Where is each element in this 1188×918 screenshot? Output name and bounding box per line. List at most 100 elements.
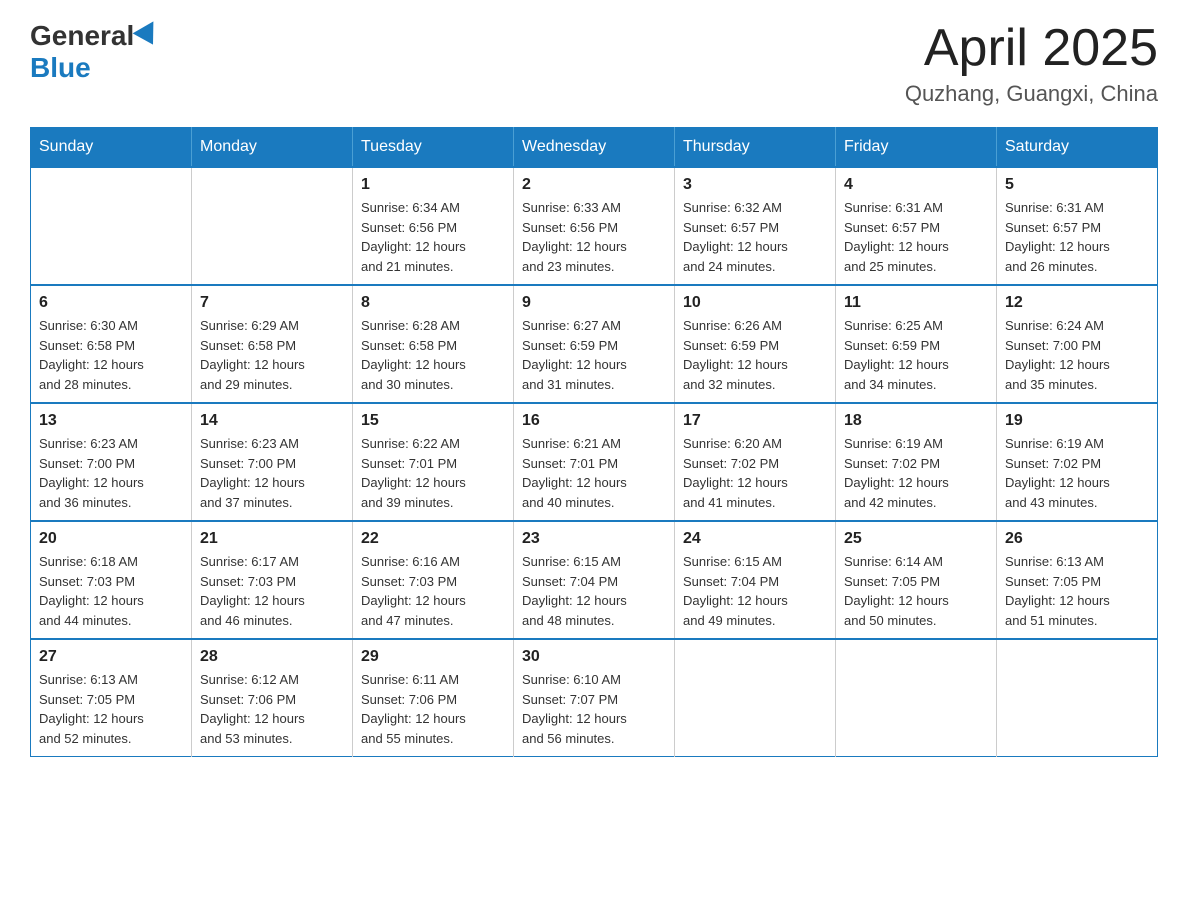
header-tuesday: Tuesday <box>353 128 514 168</box>
logo-blue-text: Blue <box>30 52 91 84</box>
day-number: 17 <box>683 412 827 430</box>
day-info: Sunrise: 6:17 AMSunset: 7:03 PMDaylight:… <box>200 552 344 630</box>
header-friday: Friday <box>836 128 997 168</box>
day-number: 28 <box>200 648 344 666</box>
title-section: April 2025 Quzhang, Guangxi, China <box>905 20 1158 107</box>
calendar-cell <box>997 639 1158 757</box>
day-number: 11 <box>844 294 988 312</box>
day-info: Sunrise: 6:31 AMSunset: 6:57 PMDaylight:… <box>1005 198 1149 276</box>
day-number: 27 <box>39 648 183 666</box>
calendar-cell: 6 Sunrise: 6:30 AMSunset: 6:58 PMDaylight… <box>31 285 192 403</box>
week-row-5: 27 Sunrise: 6:13 AMSunset: 7:05 PMDayligh… <box>31 639 1158 757</box>
day-number: 9 <box>522 294 666 312</box>
calendar-cell: 18Sunrise: 6:19 AMSunset: 7:02 PMDayligh… <box>836 403 997 521</box>
day-info: Sunrise: 6:27 AMSunset: 6:59 PMDaylight:… <box>522 316 666 394</box>
calendar-table: SundayMondayTuesdayWednesdayThursdayFrid… <box>30 127 1158 757</box>
calendar-cell: 15Sunrise: 6:22 AMSunset: 7:01 PMDayligh… <box>353 403 514 521</box>
day-number: 3 <box>683 176 827 194</box>
day-info: Sunrise: 6:23 AMSunset: 7:00 PMDaylight:… <box>200 434 344 512</box>
header-thursday: Thursday <box>675 128 836 168</box>
calendar-cell <box>675 639 836 757</box>
calendar-cell <box>192 167 353 285</box>
page-header: General Blue April 2025 Quzhang, Guangxi… <box>30 20 1158 107</box>
day-number: 13 <box>39 412 183 430</box>
day-info: Sunrise: 6:30 AMSunset: 6:58 PMDaylight:… <box>39 316 183 394</box>
day-number: 23 <box>522 530 666 548</box>
calendar-cell <box>31 167 192 285</box>
day-number: 15 <box>361 412 505 430</box>
day-info: Sunrise: 6:19 AMSunset: 7:02 PMDaylight:… <box>1005 434 1149 512</box>
day-info: Sunrise: 6:29 AMSunset: 6:58 PMDaylight:… <box>200 316 344 394</box>
day-number: 8 <box>361 294 505 312</box>
week-row-4: 20 Sunrise: 6:18 AMSunset: 7:03 PMDayligh… <box>31 521 1158 639</box>
calendar-cell: 23 Sunrise: 6:15 AMSunset: 7:04 PMDayligh… <box>514 521 675 639</box>
day-info: Sunrise: 6:24 AMSunset: 7:00 PMDaylight:… <box>1005 316 1149 394</box>
calendar-cell: 29Sunrise: 6:11 AMSunset: 7:06 PMDayligh… <box>353 639 514 757</box>
location-text: Quzhang, Guangxi, China <box>905 81 1158 107</box>
logo: General Blue <box>30 20 162 84</box>
day-info: Sunrise: 6:26 AMSunset: 6:59 PMDaylight:… <box>683 316 827 394</box>
logo-general-text: General <box>30 20 134 52</box>
day-info: Sunrise: 6:32 AMSunset: 6:57 PMDaylight:… <box>683 198 827 276</box>
calendar-cell <box>836 639 997 757</box>
day-number: 4 <box>844 176 988 194</box>
calendar-cell: 21 Sunrise: 6:17 AMSunset: 7:03 PMDayligh… <box>192 521 353 639</box>
day-info: Sunrise: 6:31 AMSunset: 6:57 PMDaylight:… <box>844 198 988 276</box>
day-info: Sunrise: 6:18 AMSunset: 7:03 PMDaylight:… <box>39 552 183 630</box>
calendar-cell: 27 Sunrise: 6:13 AMSunset: 7:05 PMDayligh… <box>31 639 192 757</box>
day-info: Sunrise: 6:15 AMSunset: 7:04 PMDaylight:… <box>522 552 666 630</box>
calendar-cell: 1Sunrise: 6:34 AMSunset: 6:56 PMDaylight… <box>353 167 514 285</box>
day-info: Sunrise: 6:15 AMSunset: 7:04 PMDaylight:… <box>683 552 827 630</box>
calendar-cell: 25 Sunrise: 6:14 AMSunset: 7:05 PMDayligh… <box>836 521 997 639</box>
day-number: 21 <box>200 530 344 548</box>
day-info: Sunrise: 6:20 AMSunset: 7:02 PMDaylight:… <box>683 434 827 512</box>
calendar-cell: 28 Sunrise: 6:12 AMSunset: 7:06 PMDayligh… <box>192 639 353 757</box>
week-row-3: 13 Sunrise: 6:23 AMSunset: 7:00 PMDayligh… <box>31 403 1158 521</box>
calendar-cell: 19 Sunrise: 6:19 AMSunset: 7:02 PMDayligh… <box>997 403 1158 521</box>
day-number: 22 <box>361 530 505 548</box>
day-number: 20 <box>39 530 183 548</box>
day-info: Sunrise: 6:21 AMSunset: 7:01 PMDaylight:… <box>522 434 666 512</box>
month-title: April 2025 <box>905 20 1158 77</box>
day-number: 19 <box>1005 412 1149 430</box>
day-info: Sunrise: 6:12 AMSunset: 7:06 PMDaylight:… <box>200 670 344 748</box>
day-info: Sunrise: 6:19 AMSunset: 7:02 PMDaylight:… <box>844 434 988 512</box>
calendar-cell: 5 Sunrise: 6:31 AMSunset: 6:57 PMDaylight… <box>997 167 1158 285</box>
day-info: Sunrise: 6:14 AMSunset: 7:05 PMDaylight:… <box>844 552 988 630</box>
day-number: 29 <box>361 648 505 666</box>
day-info: Sunrise: 6:13 AMSunset: 7:05 PMDaylight:… <box>1005 552 1149 630</box>
day-number: 12 <box>1005 294 1149 312</box>
calendar-cell: 20 Sunrise: 6:18 AMSunset: 7:03 PMDayligh… <box>31 521 192 639</box>
day-info: Sunrise: 6:23 AMSunset: 7:00 PMDaylight:… <box>39 434 183 512</box>
day-number: 30 <box>522 648 666 666</box>
calendar-cell: 8 Sunrise: 6:28 AMSunset: 6:58 PMDaylight… <box>353 285 514 403</box>
day-number: 2 <box>522 176 666 194</box>
week-row-2: 6 Sunrise: 6:30 AMSunset: 6:58 PMDaylight… <box>31 285 1158 403</box>
day-info: Sunrise: 6:16 AMSunset: 7:03 PMDaylight:… <box>361 552 505 630</box>
day-number: 24 <box>683 530 827 548</box>
calendar-cell: 10 Sunrise: 6:26 AMSunset: 6:59 PMDayligh… <box>675 285 836 403</box>
calendar-cell: 14Sunrise: 6:23 AMSunset: 7:00 PMDayligh… <box>192 403 353 521</box>
day-info: Sunrise: 6:33 AMSunset: 6:56 PMDaylight:… <box>522 198 666 276</box>
calendar-cell: 30 Sunrise: 6:10 AMSunset: 7:07 PMDayligh… <box>514 639 675 757</box>
day-info: Sunrise: 6:34 AMSunset: 6:56 PMDaylight:… <box>361 198 505 276</box>
day-info: Sunrise: 6:13 AMSunset: 7:05 PMDaylight:… <box>39 670 183 748</box>
header-wednesday: Wednesday <box>514 128 675 168</box>
calendar-cell: 16Sunrise: 6:21 AMSunset: 7:01 PMDayligh… <box>514 403 675 521</box>
day-info: Sunrise: 6:10 AMSunset: 7:07 PMDaylight:… <box>522 670 666 748</box>
logo-arrow-icon <box>133 21 164 50</box>
calendar-cell: 24 Sunrise: 6:15 AMSunset: 7:04 PMDayligh… <box>675 521 836 639</box>
header-sunday: Sunday <box>31 128 192 168</box>
day-info: Sunrise: 6:28 AMSunset: 6:58 PMDaylight:… <box>361 316 505 394</box>
day-number: 6 <box>39 294 183 312</box>
day-number: 26 <box>1005 530 1149 548</box>
day-number: 5 <box>1005 176 1149 194</box>
day-info: Sunrise: 6:25 AMSunset: 6:59 PMDaylight:… <box>844 316 988 394</box>
week-row-1: 1Sunrise: 6:34 AMSunset: 6:56 PMDaylight… <box>31 167 1158 285</box>
calendar-cell: 7Sunrise: 6:29 AMSunset: 6:58 PMDaylight… <box>192 285 353 403</box>
header-monday: Monday <box>192 128 353 168</box>
calendar-cell: 17 Sunrise: 6:20 AMSunset: 7:02 PMDayligh… <box>675 403 836 521</box>
day-number: 25 <box>844 530 988 548</box>
calendar-header-row: SundayMondayTuesdayWednesdayThursdayFrid… <box>31 128 1158 168</box>
day-number: 10 <box>683 294 827 312</box>
